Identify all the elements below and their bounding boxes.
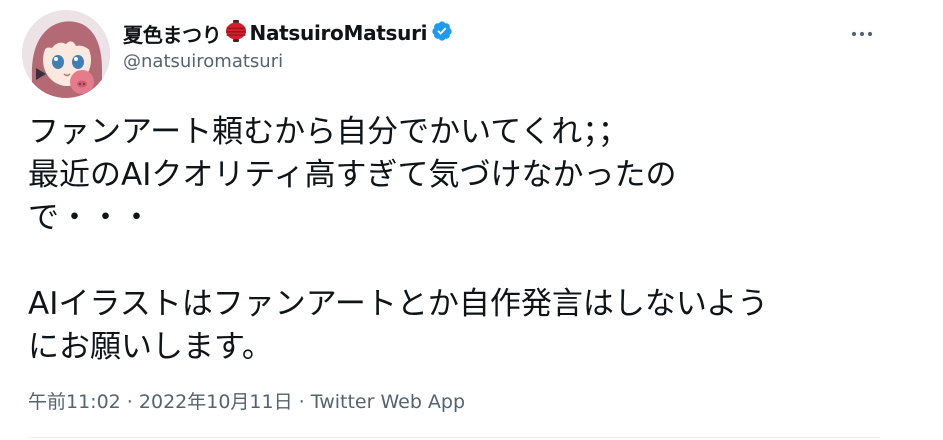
more-horizontal-icon — [850, 23, 874, 42]
meta-separator: · — [292, 391, 311, 413]
tweet-text-line: で・・・ — [28, 200, 152, 236]
author-handle[interactable]: @natsuiromatsuri — [123, 51, 283, 72]
red-lantern-icon — [224, 19, 248, 47]
meta-separator: · — [120, 391, 139, 413]
tweet: 夏色まつり NatsuiroMatsuri @natsuiromatsuri フ… — [0, 0, 943, 440]
more-options-button[interactable] — [846, 20, 878, 44]
tweet-meta: 午前11:02 · 2022年10月11日 · Twitter Web App — [28, 387, 465, 414]
author-display-name[interactable]: 夏色まつり — [123, 19, 222, 48]
avatar[interactable] — [22, 10, 110, 98]
tweet-text-line: AIイラストはファンアートとか自作発言はしないよう — [28, 286, 769, 322]
tweet-text-line: 最近のAIクオリティ高すぎて気づけなかったの — [28, 157, 677, 193]
tweet-text-line: にお願いします。 — [28, 329, 273, 365]
author-name-row[interactable]: 夏色まつり NatsuiroMatsuri — [123, 19, 453, 47]
tweet-time[interactable]: 午前11:02 — [28, 391, 121, 413]
tweet-text: ファンアート頼むから自分でかいてくれ；； 最近のAIクオリティ高すぎて気づけなか… — [28, 111, 888, 369]
tweet-date[interactable]: 2022年10月11日 — [139, 391, 293, 413]
verified-badge-icon — [431, 20, 453, 46]
author-display-name-en[interactable]: NatsuiroMatsuri — [250, 21, 428, 45]
divider — [28, 437, 880, 438]
tweet-source-link[interactable]: Twitter Web App — [311, 391, 465, 413]
tweet-text-line: ファンアート頼むから自分でかいてくれ；； — [28, 114, 629, 150]
